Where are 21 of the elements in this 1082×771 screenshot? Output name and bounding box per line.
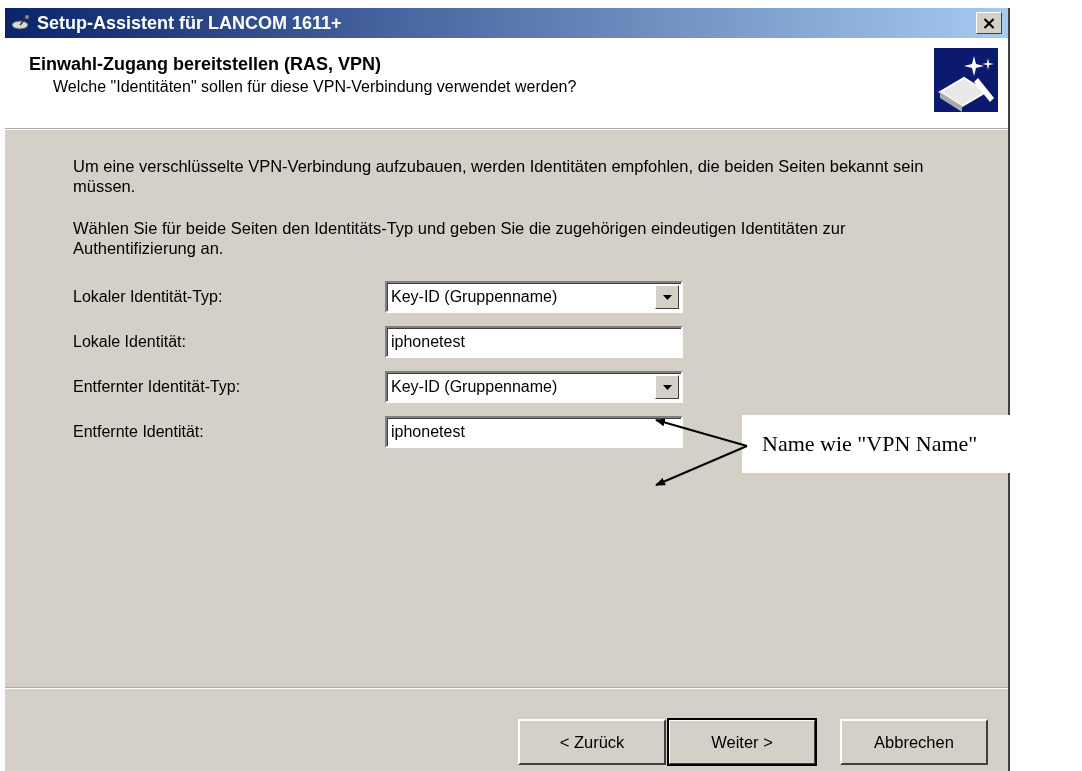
wizard-icon (934, 48, 998, 112)
wizard-button[interactable]: Weiter > (668, 719, 816, 765)
instruction-text: Wählen Sie für beide Seiten den Identitäts-Typ und geben Sie die zugehörigen eindeutigen Identitäten zur Authentifizierung an. (73, 218, 847, 258)
close-button[interactable]: × (976, 12, 1002, 34)
dropdown-field[interactable]: Key-ID (Gruppenname) (385, 371, 683, 403)
instruction-text: Um eine verschlüsselte VPN-Verbindung aufzubauen, werden Identitäten empfohlen, die beiden Seiten bekannt sein müssen. (73, 156, 925, 196)
page-title: Einwahl-Zugang bereitstellen (RAS, VPN) (29, 54, 383, 75)
satellite-dish-icon (11, 13, 31, 33)
window-title: Setup-Assistent für LANCOM 1611+ (37, 12, 343, 34)
dropdown-arrow-icon (662, 294, 672, 300)
field-label: Lokaler Identität-Typ: (73, 288, 224, 306)
wizard-button[interactable]: < Zurück (518, 719, 666, 765)
dropdown-field[interactable]: Key-ID (Gruppenname) (385, 281, 683, 313)
field-label: Lokale Identität: (73, 333, 187, 351)
input-field[interactable]: iphonetest (385, 416, 683, 448)
dropdown-arrow-icon (662, 384, 672, 390)
input-field[interactable]: iphonetest (385, 326, 683, 358)
wizard-button[interactable]: Abbrechen (840, 719, 988, 765)
page-subtitle: Welche "Identitäten" sollen für diese VPN-Verbindung verwendet werden? (52, 78, 577, 96)
field-label: Entfernte Identität: (73, 423, 205, 441)
field-label: Entfernter Identität-Typ: (73, 378, 242, 396)
